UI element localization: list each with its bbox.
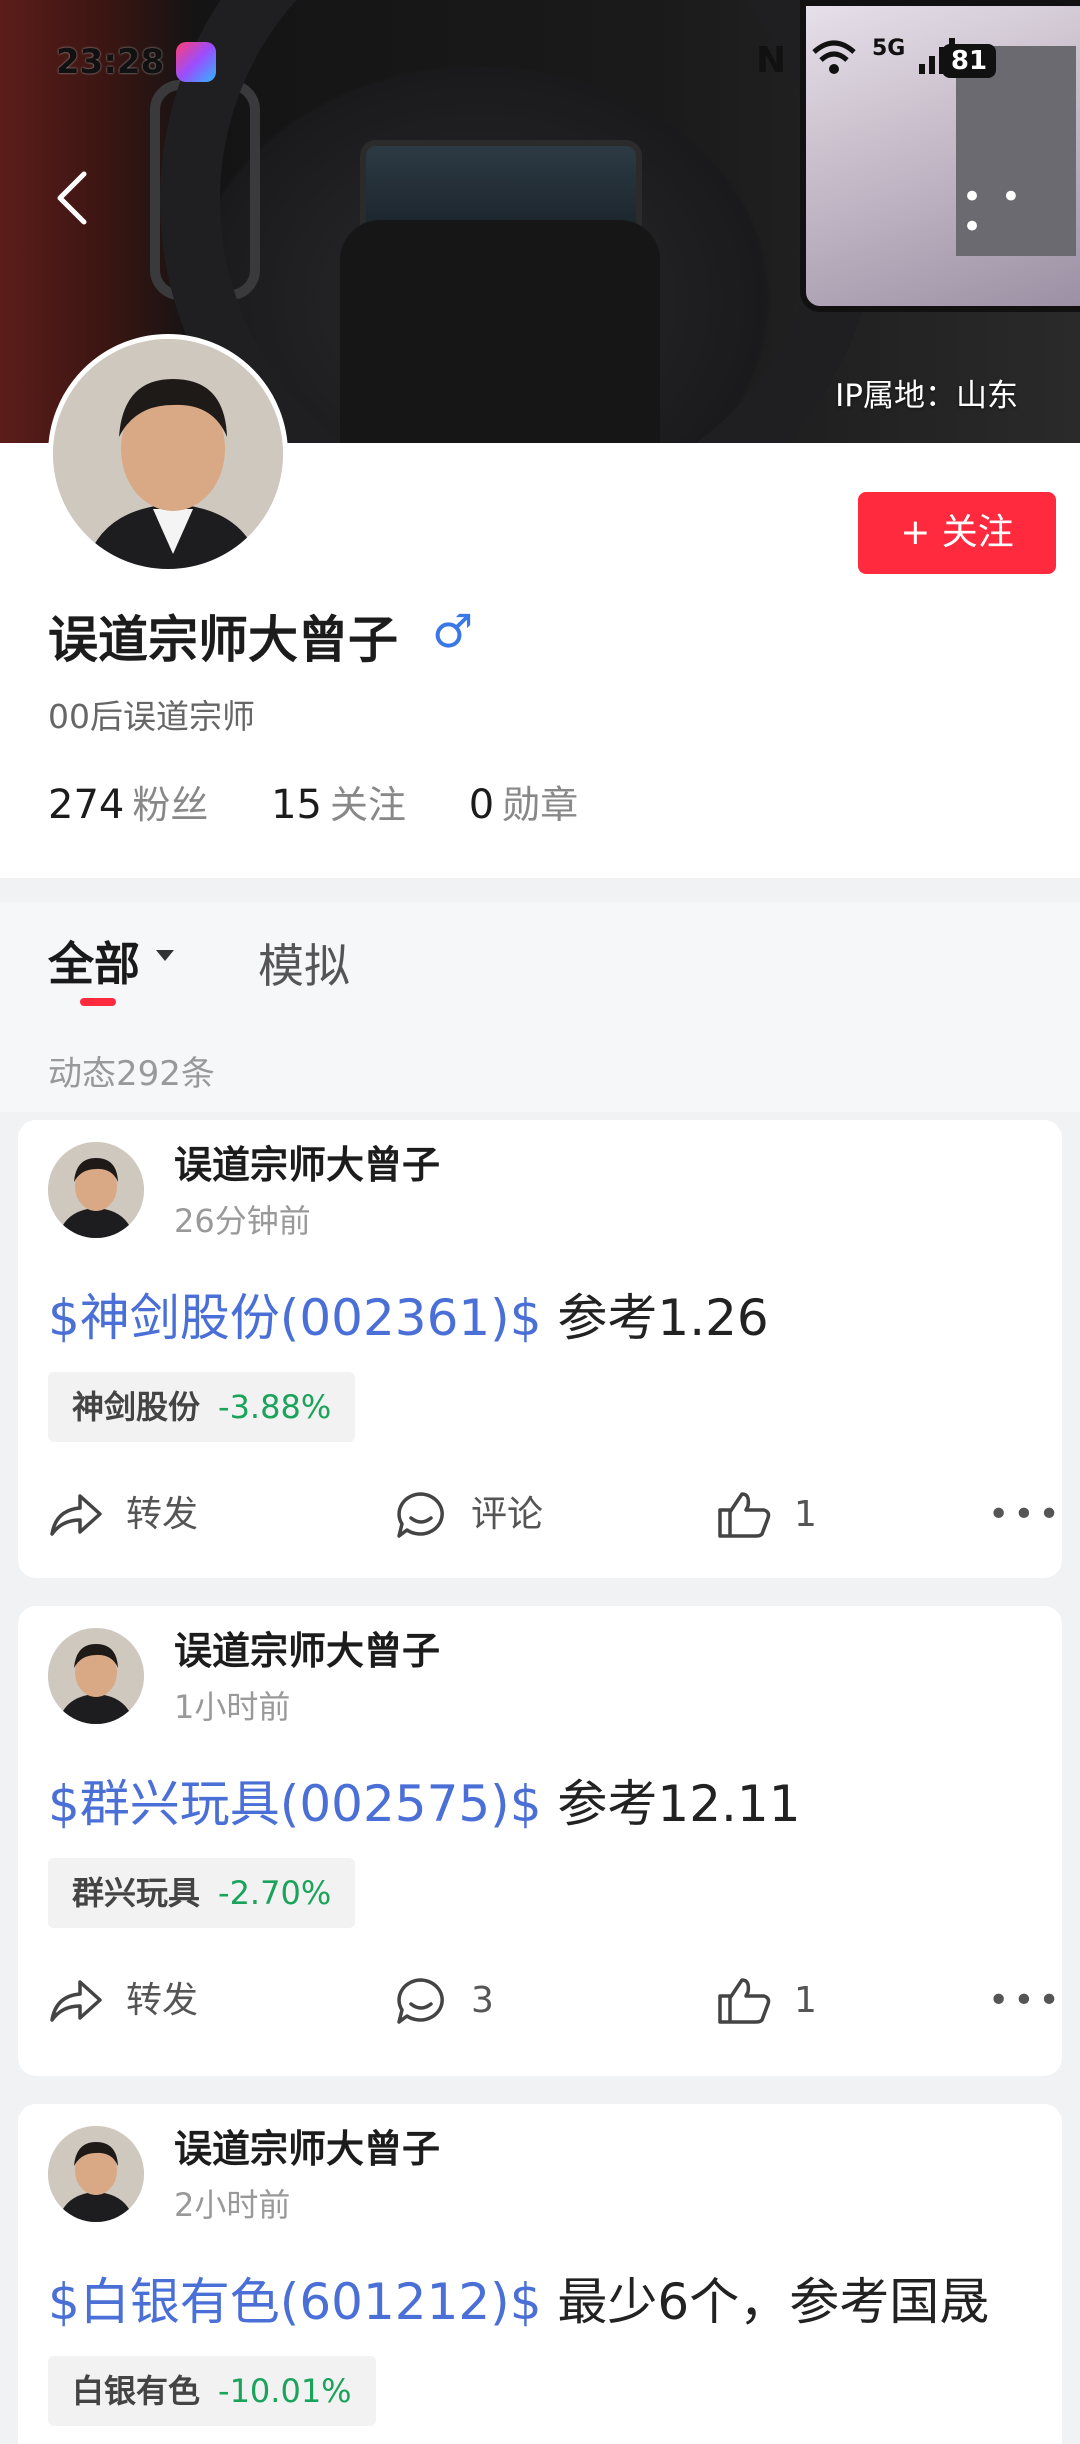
stock-chip-name: 神剑股份 — [72, 1388, 201, 1426]
stat-fans[interactable]: 274 粉丝 — [48, 774, 208, 829]
stat-following-label: 关注 — [330, 783, 407, 827]
active-tab-indicator — [80, 998, 116, 1006]
post-more-button[interactable]: ••• — [988, 1480, 1060, 1550]
author-avatar[interactable] — [48, 1142, 144, 1238]
post-time: 26分钟前 — [174, 1202, 311, 1240]
post-content[interactable]: $群兴玩具(002575)$ 参考12.11 — [48, 1764, 801, 1836]
author-avatar[interactable] — [48, 1628, 144, 1724]
more-dots-icon: ••• — [988, 1980, 1064, 2021]
person-avatar-icon — [48, 1628, 144, 1724]
like-button[interactable]: 1 — [716, 1480, 836, 1550]
stock-link[interactable]: $神剑股份(002361)$ — [48, 1289, 542, 1347]
ip-location: IP属地：山东 — [835, 378, 1018, 414]
stat-medals[interactable]: 0 勋章 — [469, 774, 578, 829]
wifi-icon — [812, 38, 856, 87]
profile-nickname: 误道宗师大曾子 — [48, 611, 398, 669]
stock-chip[interactable]: 神剑股份 -3.88% — [48, 1372, 356, 1442]
post-more-button[interactable]: ••• — [988, 1966, 1060, 2036]
like-count: 1 — [794, 1980, 817, 2021]
person-avatar-icon — [48, 1142, 144, 1238]
person-avatar-icon — [48, 2126, 144, 2222]
status-bar: 23:28 N 5G 81 — [0, 36, 1080, 92]
chevron-left-icon — [57, 171, 87, 225]
post-author[interactable]: 误道宗师大曾子 — [174, 1134, 440, 1189]
back-button[interactable] — [52, 168, 92, 228]
post-actions: 转发 评论 1 ••• — [48, 1480, 1060, 1550]
more-options-button[interactable]: • • • — [962, 180, 1032, 244]
post-text: 参考1.26 — [541, 1289, 769, 1347]
share-icon — [50, 1494, 102, 1536]
post-time: 1小时前 — [174, 1688, 291, 1726]
tab-all[interactable]: 全部 — [48, 928, 140, 994]
like-count: 1 — [794, 1494, 817, 1535]
post-author[interactable]: 误道宗师大曾子 — [174, 2118, 440, 2173]
post-card[interactable]: 误道宗师大曾子 1小时前 $群兴玩具(002575)$ 参考12.11 群兴玩具… — [18, 1606, 1062, 2076]
thumbs-up-icon — [718, 1492, 771, 1538]
comment-icon — [397, 1492, 444, 1538]
status-time: 23:28 — [56, 42, 165, 82]
stat-following-count: 15 — [271, 782, 322, 828]
comment-count: 3 — [471, 1980, 494, 2021]
post-text: 参考12.11 — [541, 1775, 801, 1833]
cover-decoration — [340, 220, 660, 443]
post-content[interactable]: $神剑股份(002361)$ 参考1.26 — [48, 1278, 769, 1350]
stock-chip-change: -10.01% — [218, 2372, 352, 2410]
profile-avatar[interactable] — [48, 334, 288, 574]
post-text: 最少6个，参考国晟 — [541, 2273, 990, 2331]
stock-link[interactable]: $白银有色(601212)$ — [48, 2273, 542, 2331]
app-notification-icon — [176, 42, 216, 82]
stat-fans-count: 274 — [48, 782, 125, 828]
post-author[interactable]: 误道宗师大曾子 — [174, 1620, 440, 1675]
thumbs-up-icon — [718, 1978, 771, 2024]
post-content[interactable]: $白银有色(601212)$ 最少6个，参考国晟 — [48, 2262, 989, 2334]
profile-bio: 00后误道宗师 — [48, 697, 255, 736]
more-dots-icon: ••• — [988, 1494, 1064, 1535]
stock-chip-name: 群兴玩具 — [72, 1874, 201, 1912]
comment-icon — [397, 1978, 444, 2024]
stat-medals-label: 勋章 — [502, 783, 579, 827]
stock-link[interactable]: $群兴玩具(002575)$ — [48, 1775, 542, 1833]
follow-button[interactable]: + 关注 — [858, 492, 1056, 574]
profile-stats: 274 粉丝 15 关注 0 勋章 — [48, 774, 628, 829]
stock-chip-change: -2.70% — [218, 1874, 332, 1912]
post-actions: 转发 3 1 ••• — [48, 1966, 1060, 2036]
male-gender-icon: ♂ — [432, 604, 474, 658]
stock-chip-change: -3.88% — [218, 1388, 332, 1426]
author-avatar[interactable] — [48, 2126, 144, 2222]
battery-icon: 81 — [942, 44, 996, 78]
stock-chip-name: 白银有色 — [72, 2372, 201, 2410]
stock-chip[interactable]: 群兴玩具 -2.70% — [48, 1858, 356, 1928]
network-type: 5G — [872, 36, 906, 61]
repost-label: 转发 — [126, 1980, 199, 2021]
nfc-icon: N — [756, 40, 787, 81]
comment-label: 评论 — [471, 1494, 544, 1535]
repost-button[interactable]: 转发 — [48, 1966, 198, 2036]
stat-medals-count: 0 — [468, 782, 495, 828]
caret-down-icon[interactable] — [156, 950, 174, 961]
stock-chip[interactable]: 白银有色 -10.01% — [48, 2356, 376, 2426]
comment-button[interactable]: 3 — [393, 1966, 563, 2036]
repost-label: 转发 — [126, 1494, 199, 1535]
repost-button[interactable]: 转发 — [48, 1480, 198, 1550]
post-time: 2小时前 — [174, 2186, 291, 2224]
stat-following[interactable]: 15 关注 — [271, 774, 406, 829]
stat-fans-label: 粉丝 — [132, 783, 209, 827]
person-avatar-icon — [53, 339, 283, 569]
post-card[interactable]: 误道宗师大曾子 26分钟前 $神剑股份(002361)$ 参考1.26 神剑股份… — [18, 1120, 1062, 1578]
post-count: 动态292条 — [48, 1054, 215, 1094]
post-card[interactable]: 误道宗师大曾子 2小时前 $白银有色(601212)$ 最少6个，参考国晟 白银… — [18, 2104, 1062, 2444]
like-button[interactable]: 1 — [716, 1966, 836, 2036]
tab-simulation[interactable]: 模拟 — [258, 930, 350, 996]
comment-button[interactable]: 评论 — [393, 1480, 563, 1550]
share-icon — [50, 1980, 102, 2022]
